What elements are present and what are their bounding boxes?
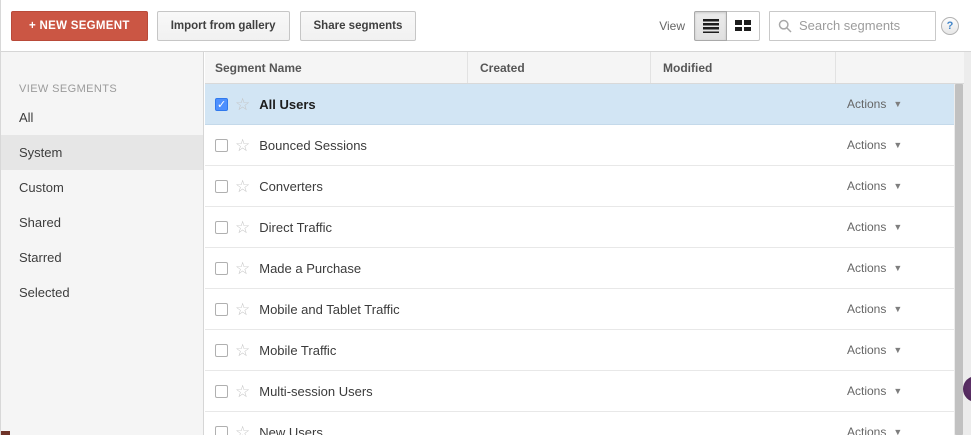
chevron-down-icon: ▼	[893, 222, 902, 232]
chevron-down-icon: ▼	[893, 345, 902, 355]
sidebar-items: AllSystemCustomSharedStarredSelected	[1, 100, 203, 310]
table-row[interactable]: ☆ Mobile and Tablet Traffic Actions ▼	[205, 289, 954, 330]
share-segments-button[interactable]: Share segments	[300, 11, 417, 41]
star-icon[interactable]: ☆	[235, 178, 250, 195]
chevron-down-icon: ▼	[893, 304, 902, 314]
new-segment-button[interactable]: + NEW SEGMENT	[11, 11, 148, 41]
table-row[interactable]: ☆ Mobile Traffic Actions ▼	[205, 330, 954, 371]
segment-search-box[interactable]	[769, 11, 936, 41]
actions-label: Actions	[847, 261, 886, 275]
segment-name: Mobile Traffic	[259, 343, 336, 358]
chevron-down-icon: ▼	[893, 181, 902, 191]
table-row[interactable]: ☆ Multi-session Users Actions ▼	[205, 371, 954, 412]
actions-label: Actions	[847, 425, 886, 435]
row-checkbox[interactable]	[215, 98, 228, 111]
row-checkbox[interactable]	[215, 139, 228, 152]
list-view-toggle[interactable]	[694, 11, 727, 41]
toolbar-right-group: View ?	[659, 11, 959, 41]
actions-dropdown[interactable]: Actions ▼	[847, 248, 902, 288]
actions-label: Actions	[847, 138, 886, 152]
star-icon[interactable]: ☆	[235, 96, 250, 113]
search-icon	[778, 19, 792, 33]
actions-label: Actions	[847, 179, 886, 193]
grid-view-toggle[interactable]	[727, 11, 760, 41]
star-icon[interactable]: ☆	[235, 424, 250, 435]
chevron-down-icon: ▼	[893, 140, 902, 150]
segment-name: Mobile and Tablet Traffic	[259, 302, 399, 317]
help-icon[interactable]: ?	[941, 17, 959, 35]
grid-view-icon	[735, 20, 751, 31]
toolbar: + NEW SEGMENT Import from gallery Share …	[1, 0, 971, 52]
row-checkbox[interactable]	[215, 426, 228, 435]
chevron-down-icon: ▼	[893, 99, 902, 109]
star-icon[interactable]: ☆	[235, 342, 250, 359]
sidebar-item-system[interactable]: System	[1, 135, 203, 170]
column-header-segment-name[interactable]: Segment Name	[205, 52, 467, 83]
row-checkbox[interactable]	[215, 344, 228, 357]
view-toggle-group	[694, 11, 760, 41]
column-header-actions	[835, 52, 964, 83]
row-checkbox[interactable]	[215, 262, 228, 275]
segment-name: Made a Purchase	[259, 261, 361, 276]
row-checkbox[interactable]	[215, 180, 228, 193]
sidebar-item-starred[interactable]: Starred	[1, 240, 203, 275]
star-icon[interactable]: ☆	[235, 137, 250, 154]
actions-dropdown[interactable]: Actions ▼	[847, 412, 902, 435]
actions-label: Actions	[847, 384, 886, 398]
view-segments-sidebar: VIEW SEGMENTS AllSystemCustomSharedStarr…	[1, 52, 204, 435]
segments-manager-window: + NEW SEGMENT Import from gallery Share …	[0, 0, 971, 435]
chevron-down-icon: ▼	[893, 386, 902, 396]
actions-label: Actions	[847, 220, 886, 234]
star-icon[interactable]: ☆	[235, 383, 250, 400]
star-icon[interactable]: ☆	[235, 260, 250, 277]
actions-label: Actions	[847, 97, 886, 111]
sidebar-item-shared[interactable]: Shared	[1, 205, 203, 240]
sidebar-item-selected[interactable]: Selected	[1, 275, 203, 310]
table-row[interactable]: ☆ Bounced Sessions Actions ▼	[205, 125, 954, 166]
row-checkbox[interactable]	[215, 385, 228, 398]
actions-dropdown[interactable]: Actions ▼	[847, 125, 902, 165]
segment-name: Direct Traffic	[259, 220, 332, 235]
view-label: View	[659, 19, 685, 33]
segment-name: All Users	[259, 97, 315, 112]
column-header-modified[interactable]: Modified	[650, 52, 835, 83]
row-checkbox[interactable]	[215, 221, 228, 234]
star-icon[interactable]: ☆	[235, 219, 250, 236]
row-checkbox[interactable]	[215, 303, 228, 316]
table-row[interactable]: ☆ All Users Actions ▼	[205, 84, 954, 125]
table-row[interactable]: ☆ Converters Actions ▼	[205, 166, 954, 207]
actions-dropdown[interactable]: Actions ▼	[847, 84, 902, 124]
table-row[interactable]: ☆ New Users Actions ▼	[205, 412, 954, 435]
table-row[interactable]: ☆ Direct Traffic Actions ▼	[205, 207, 954, 248]
chevron-down-icon: ▼	[893, 427, 902, 435]
actions-dropdown[interactable]: Actions ▼	[847, 289, 902, 329]
actions-label: Actions	[847, 302, 886, 316]
table-header: Segment Name Created Modified	[205, 52, 964, 84]
segment-name: Bounced Sessions	[259, 138, 367, 153]
actions-label: Actions	[847, 343, 886, 357]
segment-name: New Users	[259, 425, 323, 435]
import-from-gallery-button[interactable]: Import from gallery	[157, 11, 290, 41]
table-row[interactable]: ☆ Made a Purchase Actions ▼	[205, 248, 954, 289]
actions-dropdown[interactable]: Actions ▼	[847, 207, 902, 247]
search-input[interactable]	[799, 18, 927, 33]
sidebar-item-all[interactable]: All	[1, 100, 203, 135]
vertical-scrollbar[interactable]	[954, 84, 964, 435]
column-header-created[interactable]: Created	[467, 52, 650, 83]
star-icon[interactable]: ☆	[235, 301, 250, 318]
actions-dropdown[interactable]: Actions ▼	[847, 330, 902, 370]
segment-name: Converters	[259, 179, 323, 194]
sidebar-item-custom[interactable]: Custom	[1, 170, 203, 205]
list-view-icon	[703, 19, 719, 33]
actions-dropdown[interactable]: Actions ▼	[847, 166, 902, 206]
chevron-down-icon: ▼	[893, 263, 902, 273]
actions-dropdown[interactable]: Actions ▼	[847, 371, 902, 411]
segments-table: Segment Name Created Modified ☆ All User…	[205, 52, 954, 435]
scrollbar-thumb[interactable]	[955, 84, 963, 435]
corner-artifact	[1, 431, 10, 435]
segment-name: Multi-session Users	[259, 384, 372, 399]
table-body: ☆ All Users Actions ▼ ☆ Bounced Sessions…	[205, 84, 954, 435]
sidebar-heading: VIEW SEGMENTS	[1, 78, 203, 100]
